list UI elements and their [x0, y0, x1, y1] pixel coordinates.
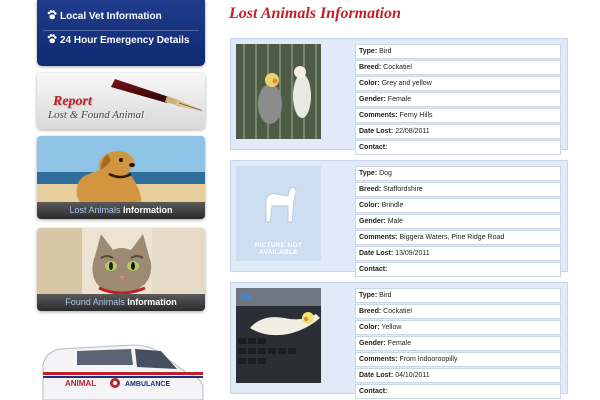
van-brand-left: ANIMAL — [65, 379, 96, 388]
field-gender: Gender: Female — [355, 92, 561, 107]
picture-not-available: PICTURE NOT AVAILABLE — [236, 166, 321, 261]
field-date-lost: Date Lost: 04/10/2011 — [355, 368, 561, 383]
nav-local-vet-information[interactable]: Local Vet Information — [47, 7, 162, 27]
nav-label: 24 Hour Emergency Details — [60, 35, 190, 46]
report-lost-found-button[interactable]: Report Lost & Found Animal — [37, 73, 205, 129]
field-color: Color: Brindle — [355, 198, 561, 213]
field-color: Color: Yellow — [355, 320, 561, 335]
cockatiel-yellow-photo[interactable] — [236, 288, 321, 383]
lost-animal-card: Type: Bird Breed: Cockatiel Color: Yello… — [230, 282, 568, 399]
no-picture-label: PICTURE NOT AVAILABLE — [254, 242, 303, 256]
cockatiel-grey-photo[interactable] — [236, 44, 321, 139]
animal-details: Type: Dog Breed: Staffordshire Color: Br… — [355, 166, 561, 278]
field-type: Type: Dog — [355, 166, 561, 181]
lost-animal-card: Type: Bird Breed: Cockatiel Color: Grey … — [230, 38, 568, 155]
caption-highlight: Found Animals — [65, 297, 125, 307]
nav-label: Local Vet Information — [60, 11, 162, 22]
field-color: Color: Grey and yellow — [355, 76, 561, 91]
caption-rest: Information — [123, 205, 173, 215]
nav-emergency-details[interactable]: 24 Hour Emergency Details — [47, 31, 190, 51]
van-brand-right: AMBULANCE — [125, 381, 170, 388]
caption-highlight: Lost Animals — [69, 205, 121, 215]
lost-animal-card: PICTURE NOT AVAILABLE Type: Dog Breed: S… — [230, 160, 568, 277]
field-comments: Comments: Biggera Waters, Pine Ridge Roa… — [355, 230, 561, 245]
sidebar-nav: Local Vet Information 24 Hour Emergency … — [37, 0, 205, 66]
field-breed: Breed: Cockatiel — [355, 304, 561, 319]
field-breed: Breed: Cockatiel — [355, 60, 561, 75]
animal-ambulance-van-photo: ANIMAL AMBULANCE — [42, 344, 204, 400]
field-date-lost: Date Lost: 13/09/2011 — [355, 246, 561, 261]
field-contact: Contact: — [355, 140, 561, 155]
field-comments: Comments: Ferny Hills — [355, 108, 561, 123]
report-subtitle: Lost & Found Animal — [48, 109, 145, 121]
paw-icon — [47, 34, 57, 44]
field-date-lost: Date Lost: 22/08/2011 — [355, 124, 561, 139]
field-type: Type: Bird — [355, 44, 561, 59]
field-type: Type: Bird — [355, 288, 561, 303]
field-contact: Contact: — [355, 262, 561, 277]
animal-details: Type: Bird Breed: Cockatiel Color: Yello… — [355, 288, 561, 400]
found-animals-caption: Found Animals Information — [37, 294, 205, 311]
field-comments: Comments: From Indooroopilly — [355, 352, 561, 367]
report-title: Report — [53, 94, 92, 109]
page-title: Lost Animals Information — [229, 5, 401, 22]
found-animals-information-link[interactable]: Found Animals Information — [37, 228, 205, 311]
lost-animals-caption: Lost Animals Information — [37, 202, 205, 219]
paw-icon — [47, 10, 57, 20]
field-breed: Breed: Staffordshire — [355, 182, 561, 197]
field-gender: Gender: Female — [355, 336, 561, 351]
field-contact: Contact: — [355, 384, 561, 399]
caption-rest: Information — [127, 297, 177, 307]
animal-details: Type: Bird Breed: Cockatiel Color: Grey … — [355, 44, 561, 156]
lost-animals-information-link[interactable]: Lost Animals Information — [37, 136, 205, 219]
field-gender: Gender: Male — [355, 214, 561, 229]
